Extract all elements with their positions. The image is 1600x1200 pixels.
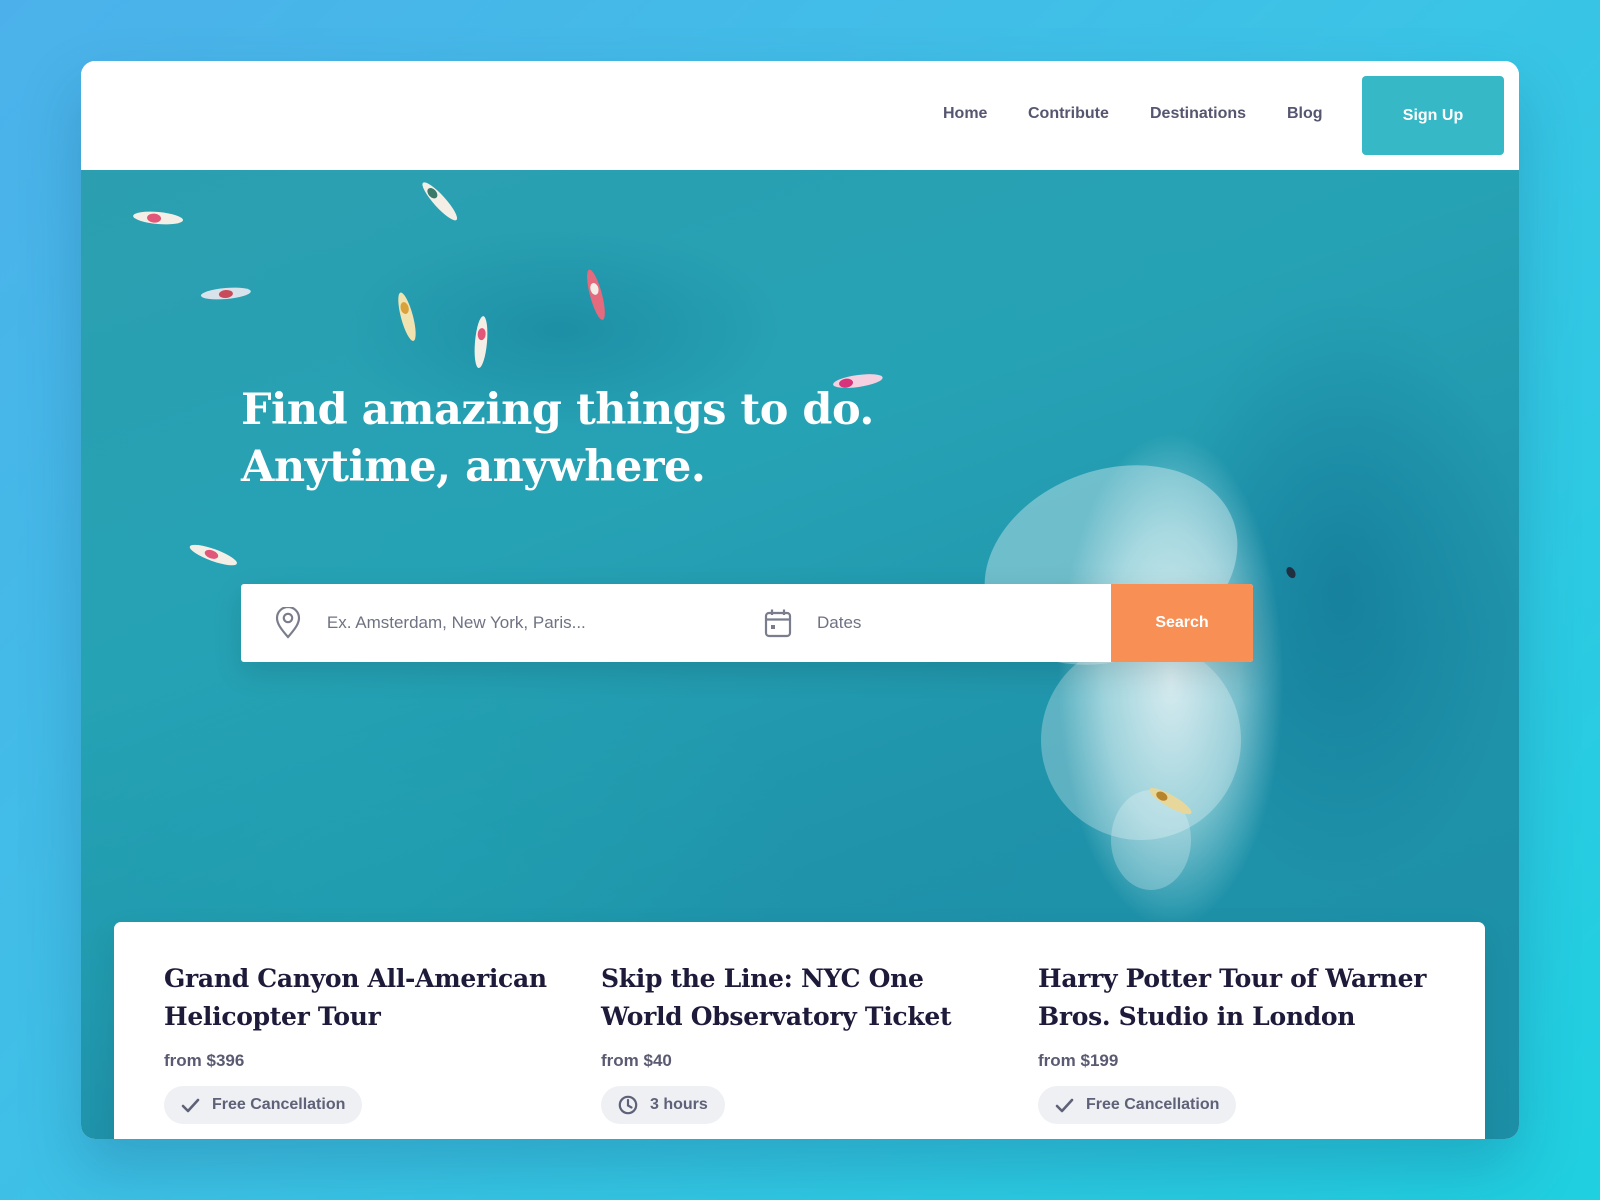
- hero-headline-line-1: Find amazing things to do.: [241, 385, 874, 435]
- tour-card-title[interactable]: Skip the Line: NYC One World Observatory…: [601, 960, 1001, 1036]
- tour-card-title[interactable]: Harry Potter Tour of Warner Bros. Studio…: [1038, 960, 1438, 1036]
- location-input[interactable]: [324, 612, 714, 634]
- map-pin-icon: [274, 607, 303, 639]
- nav-link-blog[interactable]: Blog: [1287, 104, 1323, 124]
- tour-card[interactable]: Skip the Line: NYC One World Observatory…: [601, 922, 1001, 1139]
- tour-card-badge-label: Free Cancellation: [212, 1096, 346, 1113]
- tour-card[interactable]: Harry Potter Tour of Warner Bros. Studio…: [1038, 922, 1438, 1139]
- tour-card-badge-label: Free Cancellation: [1086, 1096, 1220, 1113]
- location-field[interactable]: [274, 584, 714, 662]
- dates-input[interactable]: [815, 612, 1079, 634]
- check-icon: [1055, 1098, 1074, 1112]
- search-bar: Search: [241, 584, 1253, 662]
- top-navigation: Home Contribute Destinations Blog Sign U…: [81, 61, 1519, 170]
- browser-window: Home Contribute Destinations Blog Sign U…: [81, 61, 1519, 1139]
- tour-card-badge: 3 hours: [601, 1086, 725, 1124]
- tour-card[interactable]: Grand Canyon All-American Helicopter Tou…: [164, 922, 564, 1139]
- tour-card-price: from $40: [601, 1051, 672, 1070]
- nav-link-home[interactable]: Home: [943, 104, 987, 124]
- dates-field[interactable]: [763, 584, 1103, 662]
- featured-tours-panel: Grand Canyon All-American Helicopter Tou…: [114, 922, 1485, 1139]
- clock-icon: [618, 1095, 638, 1115]
- sign-up-button[interactable]: Sign Up: [1362, 76, 1504, 155]
- tour-card-badge: Free Cancellation: [164, 1086, 363, 1124]
- tour-card-title[interactable]: Grand Canyon All-American Helicopter Tou…: [164, 960, 564, 1036]
- nav-link-destinations[interactable]: Destinations: [1150, 104, 1246, 124]
- tour-card-badge-label: 3 hours: [650, 1096, 708, 1113]
- hero-headline-line-2: Anytime, anywhere.: [241, 442, 706, 492]
- check-icon: [181, 1098, 200, 1112]
- search-button[interactable]: Search: [1111, 584, 1253, 662]
- nav-links: Home Contribute Destinations Blog: [81, 61, 1519, 170]
- tour-card-badge: Free Cancellation: [1038, 1086, 1237, 1124]
- tour-card-price: from $396: [164, 1051, 245, 1070]
- tour-card-price: from $199: [1038, 1051, 1119, 1070]
- hero-headline: Find amazing things to do. Anytime, anyw…: [241, 382, 874, 496]
- nav-link-contribute[interactable]: Contribute: [1028, 104, 1109, 124]
- calendar-icon: [763, 608, 793, 638]
